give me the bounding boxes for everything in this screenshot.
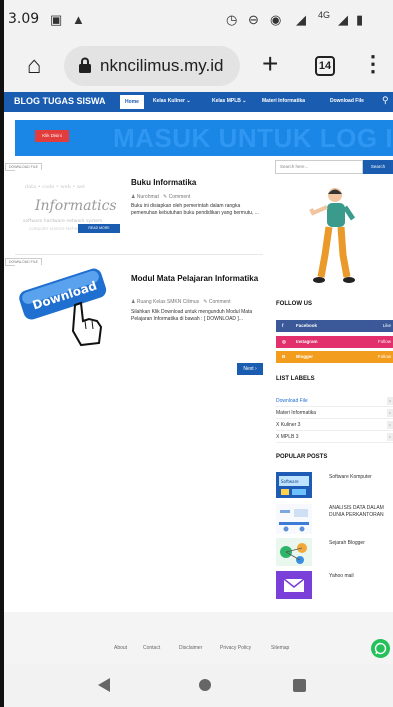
- whatsapp-icon[interactable]: [371, 639, 390, 658]
- address-bar[interactable]: nkncilimus.my.id: [64, 46, 240, 86]
- alarm-icon: ◷: [226, 12, 238, 27]
- warning-icon: ▲: [72, 12, 85, 27]
- follow-us-title: FOLLOW US: [276, 301, 312, 307]
- gallery-icon: ▣: [50, 12, 63, 27]
- footer-link-contact[interactable]: Contact: [143, 645, 160, 651]
- svg-text:data • code • web • net: data • code • web • net: [25, 184, 85, 190]
- comment-icon: ✎: [163, 194, 168, 200]
- instagram-icon: ◎: [282, 339, 286, 344]
- site-footer: About Contact Disclaimer Privacy Policy …: [0, 612, 393, 664]
- status-bar: 3.09 ▣ ▲ ◷ ⊖ ◉ ◢ 4G ◢ ▮: [0, 0, 393, 40]
- popular-post-title[interactable]: Software Komputer: [329, 474, 393, 481]
- popular-post-title[interactable]: Yahoo mail: [329, 573, 393, 580]
- nav-home[interactable]: Home: [120, 95, 144, 109]
- phone-screen: 3.09 ▣ ▲ ◷ ⊖ ◉ ◢ 4G ◢ ▮ ⌂ nkncilimus.my.…: [0, 0, 393, 707]
- footer-link-disclaimer[interactable]: Disclaimer: [179, 645, 202, 651]
- browser-toolbar: ⌂ nkncilimus.my.id + 14 ⋮: [0, 40, 393, 92]
- post-excerpt: Silahkan Klik Download untuk mengunduh M…: [131, 309, 253, 322]
- divider: [15, 254, 263, 255]
- footer-link-sitemap[interactable]: Sitemap: [271, 645, 289, 651]
- banner-click-button[interactable]: Klik Disini: [35, 130, 69, 142]
- label-item[interactable]: Download File 2: [276, 395, 393, 407]
- popular-post-title[interactable]: Sejarah Blogger: [329, 540, 393, 547]
- home-circle-icon[interactable]: [199, 679, 211, 691]
- svg-text:Software: Software: [281, 479, 299, 484]
- label-item[interactable]: Materi Informatika 1: [276, 407, 393, 419]
- tab-switcher-button[interactable]: 14: [315, 56, 335, 76]
- signal-icon: ◢: [338, 12, 348, 27]
- label-item[interactable]: X MPLB 31: [276, 431, 393, 443]
- footer-link-privacy-policy[interactable]: Privacy Policy: [220, 645, 251, 651]
- signal-icon: ◢: [296, 12, 306, 27]
- sidebar-search-button[interactable]: Search: [363, 160, 393, 174]
- popular-thumbnail[interactable]: [276, 538, 312, 566]
- back-icon[interactable]: [98, 678, 110, 692]
- post-meta: ♟ Ruang Kelas SMKN Cilimus ✎ Comment: [131, 299, 231, 305]
- person-illustration: [309, 188, 356, 283]
- post-title[interactable]: Buku Informatika: [131, 178, 261, 188]
- label-count: 2: [387, 397, 393, 405]
- label-item[interactable]: X Kuliner 31: [276, 419, 393, 431]
- login-banner: Klik Disini MASUK UNTUK LOG IN: [15, 120, 393, 156]
- post-excerpt: Buku ini disiapkan oleh pemerintah dalam…: [131, 203, 259, 216]
- thumbnail-word: Informatics: [34, 198, 117, 214]
- battery-icon: ▮: [356, 12, 364, 27]
- post-meta: ♟ Nurohmat ✎ Comment: [131, 194, 190, 200]
- network-type: 4G: [318, 10, 331, 20]
- whatsapp-glyph: [374, 642, 387, 655]
- more-menu-icon[interactable]: ⋮: [362, 52, 384, 76]
- device-bezel: [0, 0, 4, 707]
- read-more-button[interactable]: READ MORE: [78, 224, 120, 233]
- nav-kelas-kuliner[interactable]: Kelas Kuliner ⌄: [153, 98, 191, 104]
- hotspot-icon: ◉: [270, 12, 282, 27]
- label-count: 1: [387, 421, 393, 429]
- post-author[interactable]: Ruang Kelas SMKN Cilimus: [137, 299, 199, 305]
- search-icon[interactable]: ⚲: [382, 95, 389, 106]
- new-tab-icon[interactable]: +: [262, 48, 278, 80]
- popular-post-title[interactable]: ANALISIS DATA DALAM DUNIA PERKANTORAN: [329, 505, 393, 518]
- nav-materi-informatika[interactable]: Materi Informatika: [262, 98, 305, 104]
- next-page-button[interactable]: Next ›: [237, 363, 263, 375]
- popular-posts-title: POPULAR POSTS: [276, 454, 328, 460]
- popular-thumbnail[interactable]: Software: [276, 472, 312, 498]
- list-labels-title: LIST LABELS: [276, 376, 315, 382]
- blogger-icon: B: [282, 354, 286, 359]
- popular-thumbnail[interactable]: [276, 504, 312, 534]
- nav-kelas-mplb[interactable]: Kelas MPLB ⌄: [212, 98, 247, 104]
- android-nav-bar: [0, 664, 393, 707]
- banner-text: MASUK UNTUK LOG IN: [113, 123, 393, 153]
- facebook-icon: f: [282, 323, 284, 328]
- label-count: 1: [387, 409, 393, 417]
- author-icon: ♟: [131, 299, 136, 305]
- post-author[interactable]: Nurohmat: [137, 194, 159, 200]
- comment-icon: ✎: [203, 299, 208, 305]
- nav-download-file[interactable]: Download File: [330, 98, 364, 104]
- url-text: nkncilimus.my.id: [100, 56, 224, 75]
- home-icon[interactable]: ⌂: [20, 52, 48, 80]
- popular-thumbnail[interactable]: [276, 571, 312, 599]
- dnd-icon: ⊖: [248, 12, 259, 27]
- follow-blogger[interactable]: B Blogger Follow: [276, 351, 393, 363]
- post-thumbnail[interactable]: Download: [15, 265, 125, 350]
- follow-facebook[interactable]: f Facebook Like: [276, 320, 393, 332]
- post-comments[interactable]: Comment: [209, 299, 231, 305]
- recent-apps-icon[interactable]: [293, 679, 306, 692]
- post-title[interactable]: Modul Mata Pelajaran Informatika: [131, 274, 261, 284]
- sidebar-search-input[interactable]: Search here...: [275, 160, 363, 174]
- label-count: 1: [387, 433, 393, 441]
- site-navbar: BLOG TUGAS SISWA Home Kelas Kuliner ⌄ Ke…: [0, 92, 393, 112]
- lock-icon: [79, 57, 91, 73]
- author-icon: ♟: [131, 194, 136, 200]
- follow-instagram[interactable]: ◎ Instagram Follow: [276, 336, 393, 348]
- site-title[interactable]: BLOG TUGAS SISWA: [14, 96, 106, 106]
- post-comments[interactable]: Comment: [169, 194, 191, 200]
- status-time: 3.09: [8, 11, 40, 27]
- footer-link-about[interactable]: About: [114, 645, 127, 651]
